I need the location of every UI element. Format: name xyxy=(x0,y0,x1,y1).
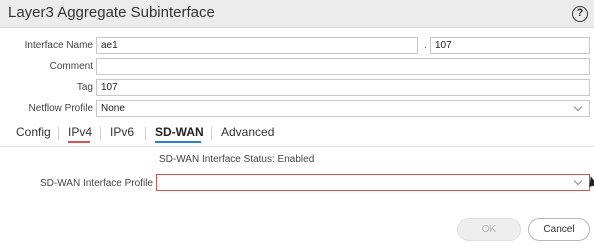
sd-wan-status-text: SD-WAN Interface Status: Enabled xyxy=(159,154,315,165)
comment-label: Comment xyxy=(49,61,93,72)
tab-sd-wan[interactable]: SD-WAN xyxy=(155,125,204,139)
dialog-title: Layer3 Aggregate Subinterface xyxy=(8,4,215,21)
question-circle-icon[interactable]: ? xyxy=(572,6,588,22)
subinterface-number-input[interactable]: 107 xyxy=(430,37,590,54)
tabs-divider xyxy=(0,146,594,147)
tab-separator xyxy=(58,127,59,140)
ok-button[interactable]: OK xyxy=(457,218,521,241)
dialog-titlebar: Layer3 Aggregate Subinterface ? xyxy=(0,0,594,28)
tab-sd-wan-active-underline xyxy=(155,141,201,143)
tab-config[interactable]: Config xyxy=(16,125,51,139)
interface-name-label: Interface Name xyxy=(24,40,93,51)
sd-wan-profile-label: SD-WAN Interface Profile xyxy=(40,178,153,189)
interface-name-separator: . xyxy=(424,40,427,51)
tag-input[interactable]: 107 xyxy=(96,79,590,96)
tab-ipv4[interactable]: IPv4 xyxy=(68,125,92,139)
netflow-profile-select[interactable]: None xyxy=(96,100,590,117)
tab-separator xyxy=(211,127,212,140)
interface-name-input[interactable]: ae1 xyxy=(96,37,418,54)
cancel-button[interactable]: Cancel xyxy=(528,218,590,241)
netflow-profile-label: Netflow Profile xyxy=(28,103,93,114)
sd-wan-profile-select[interactable] xyxy=(156,174,590,191)
tab-advanced[interactable]: Advanced xyxy=(221,125,274,139)
tab-ipv6[interactable]: IPv6 xyxy=(110,125,134,139)
tab-separator xyxy=(145,127,146,140)
comment-input[interactable] xyxy=(96,58,590,75)
tag-label: Tag xyxy=(76,82,93,93)
tab-separator xyxy=(100,127,101,140)
tab-ipv4-error-underline xyxy=(68,141,90,143)
